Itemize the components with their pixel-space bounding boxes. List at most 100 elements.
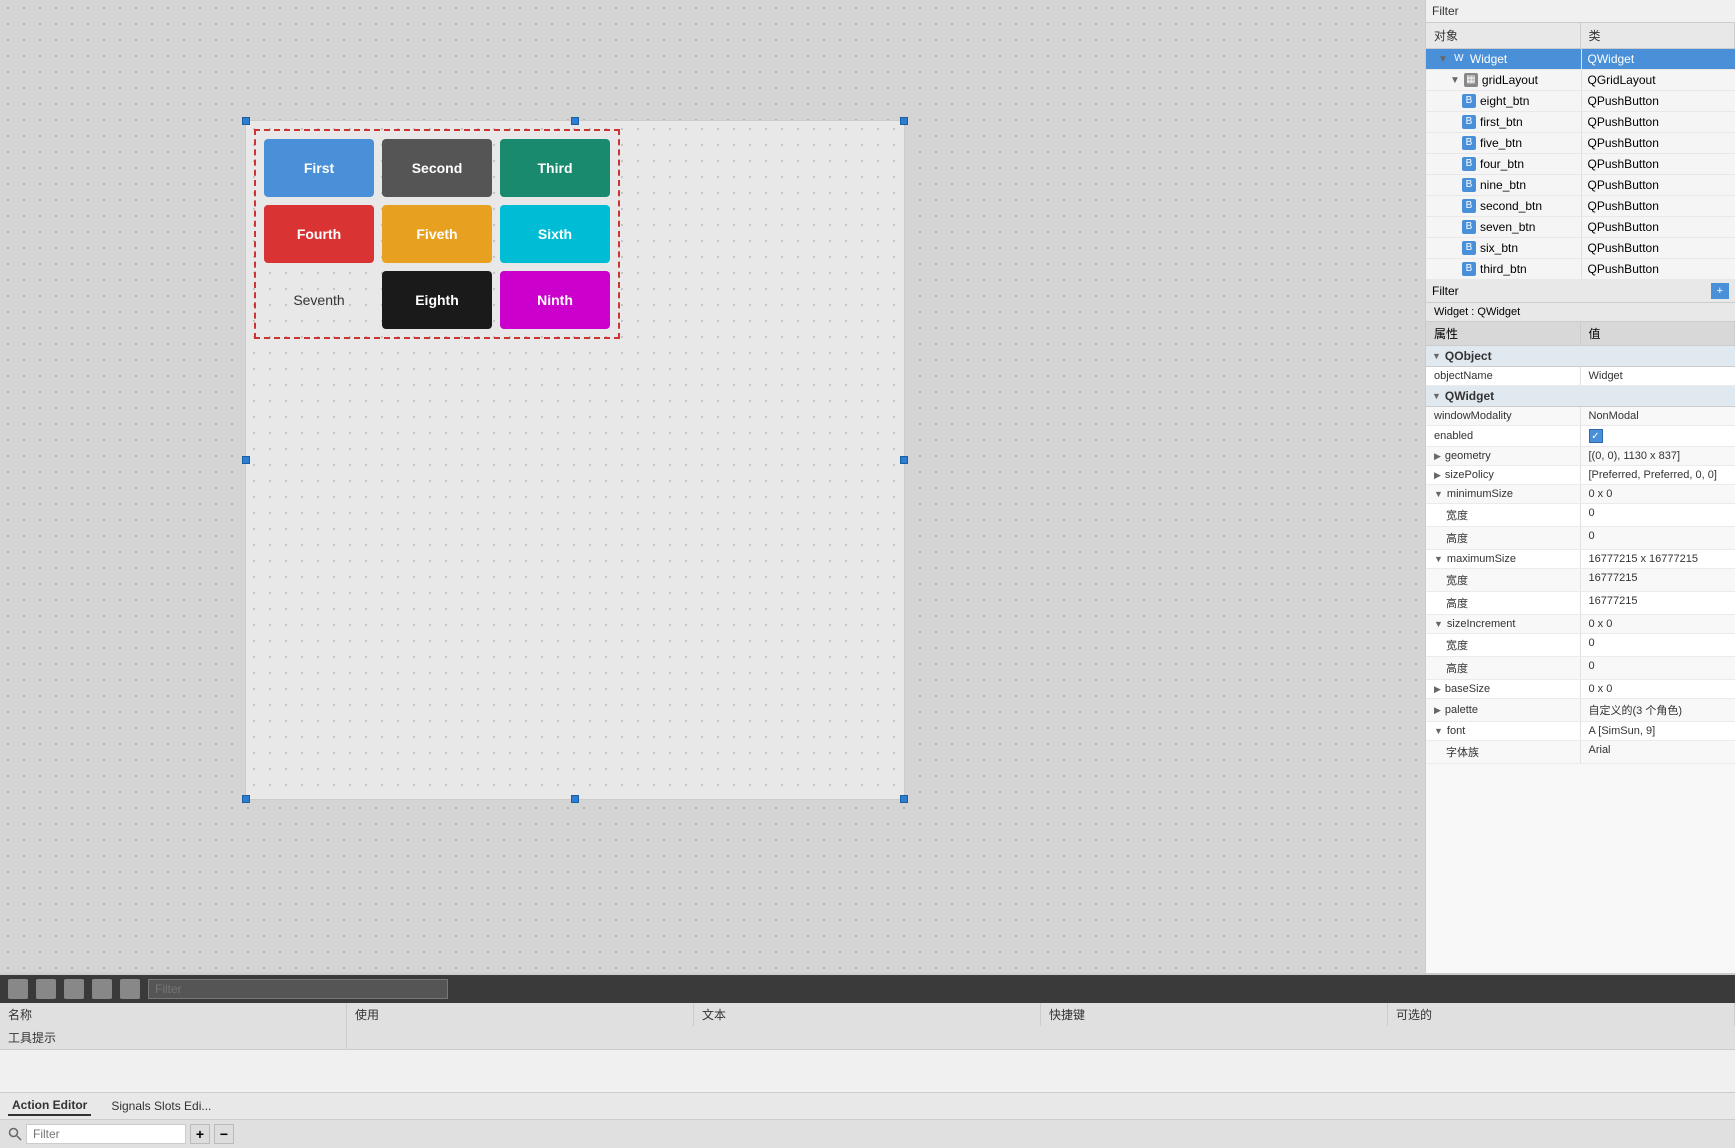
prop-maxheight-value: 16777215 — [1581, 592, 1735, 614]
prop-objectname: objectName Widget — [1426, 367, 1735, 386]
prop-minwidth: 宽度 0 — [1426, 504, 1735, 527]
prop-sinch-value: 0 — [1581, 657, 1735, 679]
expand-arrow-grid: ▼ — [1450, 75, 1460, 86]
toolbar-icon-1[interactable] — [8, 979, 28, 999]
toolbar-icon-3[interactable] — [64, 979, 84, 999]
prop-minheight-value: 0 — [1581, 527, 1735, 549]
btn-icon-third: B — [1462, 262, 1476, 276]
tree-six-type: QPushButton — [1581, 238, 1735, 258]
right-panel: Filter 对象 类 ▼ W Widget QWidget ▼ ▦ — [1425, 0, 1735, 973]
prop-windowmodality-value: NonModal — [1581, 407, 1735, 425]
btn-icon-first: B — [1462, 115, 1476, 129]
handle-tr[interactable] — [900, 117, 908, 125]
tree-item-gridlayout[interactable]: ▼ ▦ gridLayout QGridLayout — [1426, 70, 1735, 91]
props-filter-bar: Filter + — [1426, 280, 1735, 303]
tree-header-class: 类 — [1581, 23, 1735, 48]
toolbar-icon-2[interactable] — [36, 979, 56, 999]
tree-grid-name: gridLayout — [1482, 73, 1538, 87]
prop-fontfamily-value: Arial — [1581, 741, 1735, 763]
toolbar-icon-5[interactable] — [120, 979, 140, 999]
ninth-button[interactable]: Ninth — [500, 271, 610, 329]
prop-minheight-label: 高度 — [1426, 527, 1581, 549]
prop-objectname-value: Widget — [1581, 367, 1735, 385]
tab-signals-slots[interactable]: Signals Slots Edi... — [107, 1097, 215, 1115]
prop-fontfamily: 字体族 Arial — [1426, 741, 1735, 764]
prop-palette-label: ▶ palette — [1426, 699, 1581, 721]
bottom-toolbar — [0, 975, 1735, 1003]
tree-first-type: QPushButton — [1581, 112, 1735, 132]
tree-eight-type: QPushButton — [1581, 91, 1735, 111]
font-expand: ▼ — [1434, 726, 1443, 736]
remove-action-button[interactable]: − — [214, 1124, 234, 1144]
prop-minwidth-label: 宽度 — [1426, 504, 1581, 526]
tree-nine-name: nine_btn — [1480, 178, 1526, 192]
prop-windowmodality-label: windowModality — [1426, 407, 1581, 425]
props-subtitle: Widget : QWidget — [1426, 303, 1735, 322]
qwidget-expand-icon: ▼ — [1432, 391, 1441, 401]
handle-bm[interactable] — [571, 795, 579, 803]
tree-item-eight-btn[interactable]: B eight_btn QPushButton — [1426, 91, 1735, 112]
second-button[interactable]: Second — [382, 139, 492, 197]
handle-tm[interactable] — [571, 117, 579, 125]
prop-basesize: ▶ baseSize 0 x 0 — [1426, 680, 1735, 699]
handle-mr[interactable] — [900, 456, 908, 464]
prop-sinch: 高度 0 — [1426, 657, 1735, 680]
qwidget-label: QWidget — [1445, 389, 1494, 403]
handle-ml[interactable] — [242, 456, 250, 464]
tree-item-seven-btn[interactable]: B seven_btn QPushButton — [1426, 217, 1735, 238]
fourth-button[interactable]: Fourth — [264, 205, 374, 263]
third-button[interactable]: Third — [500, 139, 610, 197]
tree-nine-type: QPushButton — [1581, 175, 1735, 195]
eighth-button[interactable]: Eighth — [382, 271, 492, 329]
fifth-button[interactable]: Fiveth — [382, 205, 492, 263]
prop-basesize-label: ▶ baseSize — [1426, 680, 1581, 698]
prop-sizepolicy-label: ▶ sizePolicy — [1426, 466, 1581, 484]
seventh-button[interactable]: Seventh — [264, 271, 374, 329]
handle-tl[interactable] — [242, 117, 250, 125]
sixth-button[interactable]: Sixth — [500, 205, 610, 263]
prop-geometry-value: [(0, 0), 1130 x 837] — [1581, 447, 1735, 465]
tree-item-widget[interactable]: ▼ W Widget QWidget — [1426, 49, 1735, 70]
geometry-expand: ▶ — [1434, 451, 1441, 462]
prop-sinch-label: 高度 — [1426, 657, 1581, 679]
toolbar-icon-4[interactable] — [92, 979, 112, 999]
tree-item-nine-btn[interactable]: B nine_btn QPushButton — [1426, 175, 1735, 196]
tree-widget-type: QWidget — [1581, 49, 1735, 69]
prop-sizeincrement-label: ▼ sizeIncrement — [1426, 615, 1581, 633]
prop-maxwidth: 宽度 16777215 — [1426, 569, 1735, 592]
tree-first-name: first_btn — [1480, 115, 1523, 129]
sizeincrement-expand: ▼ — [1434, 619, 1443, 629]
sizepolicy-expand: ▶ — [1434, 470, 1441, 481]
tree-five-name: five_btn — [1480, 136, 1522, 150]
tree-second-type: QPushButton — [1581, 196, 1735, 216]
handle-br[interactable] — [900, 795, 908, 803]
first-button[interactable]: First — [264, 139, 374, 197]
handle-bl[interactable] — [242, 795, 250, 803]
bottom-filter-input[interactable] — [148, 979, 448, 999]
tree-item-five-btn[interactable]: B five_btn QPushButton — [1426, 133, 1735, 154]
tree-item-six-btn[interactable]: B six_btn QPushButton — [1426, 238, 1735, 259]
grid-icon: ▦ — [1464, 73, 1478, 87]
top-filter-label: Filter — [1426, 0, 1735, 23]
bottom-table: 名称 使用 文本 快捷键 可选的 工具提示 — [0, 1003, 1735, 1092]
prop-maximumsize-value: 16777215 x 16777215 — [1581, 550, 1735, 568]
btn-icon-six: B — [1462, 241, 1476, 255]
btn-icon-seven: B — [1462, 220, 1476, 234]
add-action-button[interactable]: + — [190, 1124, 210, 1144]
bottom-search-input[interactable] — [26, 1124, 186, 1144]
prop-minimumsize: ▼ minimumSize 0 x 0 — [1426, 485, 1735, 504]
tree-third-name: third_btn — [1480, 262, 1527, 276]
tab-action-editor[interactable]: Action Editor — [8, 1096, 91, 1116]
tree-second-name: second_btn — [1480, 199, 1542, 213]
bottom-area: 名称 使用 文本 快捷键 可选的 工具提示 Action Editor Sign… — [0, 973, 1735, 1148]
props-filter-button[interactable]: + — [1711, 283, 1729, 299]
tree-item-second-btn[interactable]: B second_btn QPushButton — [1426, 196, 1735, 217]
tree-item-third-btn[interactable]: B third_btn QPushButton — [1426, 259, 1735, 280]
tree-item-four-btn[interactable]: B four_btn QPushButton — [1426, 154, 1735, 175]
prop-minimumsize-value: 0 x 0 — [1581, 485, 1735, 503]
qobject-expand-icon: ▼ — [1432, 351, 1441, 361]
prop-sizepolicy-value: [Preferred, Preferred, 0, 0] — [1581, 466, 1735, 484]
prop-enabled-value: ✓ — [1581, 426, 1735, 446]
tree-item-first-btn[interactable]: B first_btn QPushButton — [1426, 112, 1735, 133]
enabled-checkbox[interactable]: ✓ — [1589, 429, 1603, 443]
